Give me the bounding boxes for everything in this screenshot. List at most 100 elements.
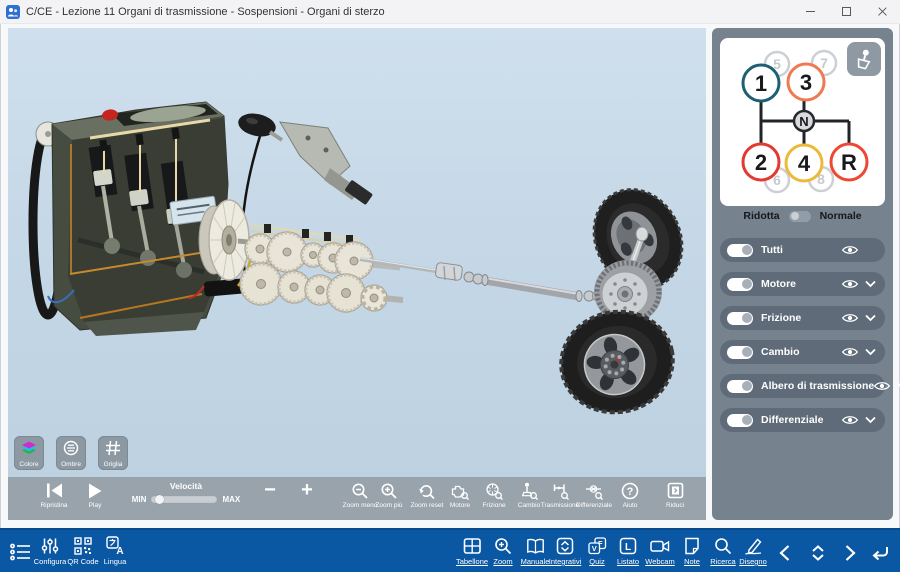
layer-label: Differenziale — [761, 414, 823, 426]
skip-to-start-icon — [32, 482, 76, 499]
visibility-eye-icon[interactable] — [842, 414, 858, 426]
back-button[interactable] — [869, 544, 890, 567]
drivetrain-3d-scene — [8, 28, 706, 477]
collapse-toolbar-button[interactable]: Riduci — [653, 482, 697, 509]
return-arrow-icon — [869, 544, 890, 562]
layer-row-frizione[interactable]: Frizione — [720, 306, 885, 330]
visibility-eye-icon[interactable] — [874, 380, 890, 392]
grid-icon — [105, 440, 121, 456]
layer-row-cambio[interactable]: Cambio — [720, 340, 885, 364]
color-button[interactable]: Colore — [14, 436, 44, 470]
layer-row-albero[interactable]: Albero di trasmissione — [720, 374, 885, 398]
plus-icon: + — [285, 482, 329, 499]
play-button[interactable]: Play — [73, 482, 117, 509]
svg-text:4: 4 — [798, 151, 811, 176]
main-toolbar: Configura QR Code A Lingua Tabellone Zoo… — [0, 528, 900, 572]
svg-text:3: 3 — [800, 70, 812, 95]
draw-button[interactable]: Disegno — [731, 536, 775, 566]
shading-sphere-icon — [63, 440, 79, 456]
color-button-label: Colore — [19, 461, 38, 468]
layer-label: Frizione — [761, 312, 801, 324]
chevron-down-icon[interactable] — [865, 314, 876, 322]
chevron-down-icon[interactable] — [865, 416, 876, 424]
maximize-button[interactable] — [828, 0, 864, 23]
minimize-button[interactable] — [792, 0, 828, 23]
shadows-button-label: Ombre — [61, 461, 81, 468]
svg-text:7: 7 — [820, 55, 828, 71]
rear-wheel-near-model — [552, 301, 682, 422]
toggle-switch[interactable] — [727, 380, 753, 393]
speed-label: Velocità — [120, 481, 252, 491]
app-icon — [6, 5, 20, 19]
visibility-eye-icon[interactable] — [842, 346, 858, 358]
translate-icon: A — [93, 536, 137, 555]
playback-toolbar: Ripristina Play Velocità MIN MAX − — [8, 477, 706, 520]
visibility-eye-icon[interactable] — [842, 244, 858, 256]
layers-panel: 5 7 6 8 1 3 N — [712, 28, 893, 520]
restart-button[interactable]: Ripristina — [32, 482, 76, 509]
layers-color-icon — [21, 441, 37, 456]
shifter-mode-button[interactable] — [847, 42, 881, 76]
help-icon: ? — [608, 482, 652, 499]
help-button[interactable]: ? Aiuto — [608, 482, 652, 509]
grid-button-label: Griglia — [104, 461, 123, 468]
speed-control: Velocità MIN MAX — [120, 481, 252, 504]
svg-text:A: A — [116, 546, 123, 555]
driveshaft-model — [360, 258, 614, 302]
speed-increase-button[interactable]: + — [285, 482, 329, 499]
layer-label: Cambio — [761, 346, 800, 358]
app-window: C/CE - Lezione 11 Organi di trasmissione… — [0, 0, 900, 572]
pen-drawing-icon — [731, 536, 775, 555]
chevron-up-down-icon — [809, 544, 827, 562]
toggle-switch[interactable] — [727, 278, 753, 291]
svg-text:R: R — [841, 150, 857, 175]
close-button[interactable] — [864, 0, 900, 23]
view-toggle-group: Colore Ombre Griglia — [14, 436, 128, 470]
toggle-switch[interactable] — [727, 312, 753, 325]
titlebar: C/CE - Lezione 11 Organi di trasmissione… — [0, 0, 900, 24]
svg-text:N: N — [799, 114, 808, 129]
toggle-switch[interactable] — [727, 346, 753, 359]
gear-range-switch: Ridotta Normale — [720, 210, 885, 222]
language-button[interactable]: A Lingua — [93, 536, 137, 566]
shadows-button[interactable]: Ombre — [56, 436, 86, 470]
layer-label: Albero di trasmissione — [761, 380, 874, 392]
speed-min-label: MIN — [132, 495, 147, 504]
svg-text:1: 1 — [755, 71, 767, 96]
layer-row-differenziale[interactable]: Differenziale — [720, 408, 885, 432]
svg-text:L: L — [625, 542, 631, 553]
speed-slider-knob[interactable] — [155, 495, 164, 504]
gearbox-model — [240, 224, 403, 312]
3d-viewport[interactable]: Colore Ombre Griglia — [8, 28, 706, 520]
layer-row-motore[interactable]: Motore — [720, 272, 885, 296]
range-toggle[interactable] — [789, 211, 811, 222]
gear-shifter-icon — [854, 48, 874, 70]
chevron-right-icon — [840, 544, 858, 562]
layer-row-tutti[interactable]: Tutti — [720, 238, 885, 262]
layer-label: Tutti — [761, 244, 783, 256]
previous-lesson-button[interactable] — [777, 544, 795, 567]
visibility-eye-icon[interactable] — [842, 278, 858, 290]
chevron-down-icon[interactable] — [865, 280, 876, 288]
layer-label: Motore — [761, 278, 796, 290]
svg-text:?: ? — [627, 486, 634, 498]
gearshift-diagram-card: 5 7 6 8 1 3 N — [720, 38, 885, 206]
window-title: C/CE - Lezione 11 Organi di trasmissione… — [26, 6, 385, 18]
svg-text:2: 2 — [755, 150, 767, 175]
ridotta-label: Ridotta — [743, 210, 779, 222]
toggle-switch[interactable] — [727, 414, 753, 427]
component-layer-list: Tutti Motore Frizione — [720, 238, 885, 442]
exit-panel-icon — [653, 482, 697, 499]
svg-text:V: V — [591, 544, 596, 553]
speed-max-label: MAX — [222, 495, 240, 504]
chevron-down-icon[interactable] — [865, 348, 876, 356]
speed-slider[interactable] — [151, 496, 217, 503]
expand-lessons-button[interactable] — [809, 544, 827, 567]
normale-label: Normale — [820, 210, 862, 222]
toggle-switch[interactable] — [727, 244, 753, 257]
play-icon — [73, 482, 117, 499]
visibility-eye-icon[interactable] — [842, 312, 858, 324]
grid-button[interactable]: Griglia — [98, 436, 128, 470]
next-lesson-button[interactable] — [840, 544, 858, 567]
chevron-left-icon — [777, 544, 795, 562]
